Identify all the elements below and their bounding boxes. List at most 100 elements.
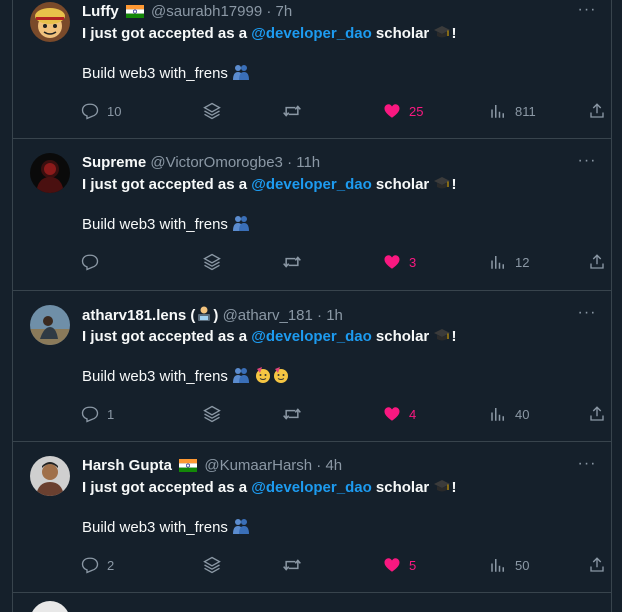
timestamp[interactable]: 7h <box>276 3 293 20</box>
display-name[interactable]: Harsh Gupta <box>82 457 172 474</box>
share-button[interactable] <box>588 404 606 426</box>
separator-dot: · <box>316 457 322 474</box>
more-icon[interactable]: ··· <box>577 456 597 478</box>
stack-button[interactable] <box>202 404 222 426</box>
views-button[interactable]: 811 <box>489 101 536 123</box>
mention-link[interactable]: @developer_dao <box>251 479 372 496</box>
people-hugging-emoji <box>232 517 250 541</box>
display-name[interactable]: Luffy <box>82 3 119 20</box>
share-button[interactable] <box>588 101 606 123</box>
display-name-end: ) <box>213 307 219 324</box>
avatar[interactable] <box>30 2 70 42</box>
tweet-text-suffix: scholar <box>375 176 430 193</box>
views-button[interactable]: 12 <box>489 252 529 274</box>
avatar[interactable] <box>30 153 70 193</box>
reply-icon <box>81 254 99 271</box>
reply-icon <box>81 406 99 423</box>
timeline-feed: Luffy @saurabh17999 · 7h ··· I just got … <box>12 0 612 612</box>
next-tweet-partial[interactable] <box>13 593 611 612</box>
like-count: 5 <box>409 558 417 573</box>
retweet-button[interactable] <box>282 101 302 123</box>
like-count: 4 <box>409 407 417 422</box>
people-hugging-emoji <box>232 63 250 87</box>
mention-link[interactable]: @developer_dao <box>251 176 372 193</box>
views-icon <box>491 105 504 118</box>
retweet-button[interactable] <box>282 252 302 274</box>
reply-button[interactable]: 1 <box>81 404 114 426</box>
tweet-header: Supreme @VictorOmorogbe3 · 11h <box>82 153 320 173</box>
tweet-text-suffix: scholar <box>375 479 430 496</box>
views-count: 50 <box>515 558 530 573</box>
display-name[interactable]: Supreme <box>82 154 146 171</box>
user-handle[interactable]: @atharv_181 <box>223 307 313 324</box>
views-icon <box>491 559 504 572</box>
share-button[interactable] <box>588 252 606 274</box>
stack-icon <box>203 102 221 120</box>
tweet-card[interactable]: Harsh Gupta @KumaarHarsh · 4h ··· I just… <box>13 442 611 593</box>
display-name[interactable]: atharv181.lens ( <box>82 307 195 324</box>
tweet-text-line-1: I just got accepted as a @developer_dao … <box>82 326 456 350</box>
reply-button[interactable]: 10 <box>81 101 121 123</box>
more-icon[interactable]: ··· <box>577 2 597 24</box>
more-icon[interactable]: ··· <box>577 153 597 175</box>
timestamp[interactable]: 1h <box>326 307 343 324</box>
like-button[interactable]: 25 <box>383 101 423 123</box>
tweet-card[interactable]: atharv181.lens () @atharv_181 · 1h ··· I… <box>13 291 611 442</box>
mention-link[interactable]: @developer_dao <box>251 328 372 345</box>
tweet-text-line2: Build web3 with_frens <box>82 216 228 233</box>
tweet-text-line-2: Build web3 with_frens <box>82 517 250 541</box>
views-button[interactable]: 40 <box>489 404 529 426</box>
heart-icon <box>384 255 400 269</box>
tweet-actions: 2 5 50 <box>81 555 604 577</box>
tweet-text-suffix: scholar <box>375 328 430 345</box>
user-handle[interactable]: @saurabh17999 <box>151 3 262 20</box>
people-hugging-emoji <box>232 366 250 390</box>
views-icon <box>491 408 504 421</box>
graduation-cap-emoji <box>433 477 451 501</box>
views-count: 12 <box>515 255 530 270</box>
tweet-card[interactable]: Supreme @VictorOmorogbe3 · 11h ··· I jus… <box>13 139 611 291</box>
tweet-card[interactable]: Luffy @saurabh17999 · 7h ··· I just got … <box>13 0 611 139</box>
tweet-header: Harsh Gupta @KumaarHarsh · 4h <box>82 456 342 476</box>
reply-button[interactable] <box>81 252 107 274</box>
share-icon <box>590 254 604 269</box>
stack-icon <box>203 405 221 423</box>
tweet-text-end: ! <box>451 328 457 345</box>
like-button[interactable]: 5 <box>383 555 416 577</box>
stack-button[interactable] <box>202 555 222 577</box>
stack-icon <box>203 556 221 574</box>
retweet-icon <box>283 105 301 117</box>
heart-icon <box>384 558 400 572</box>
separator-dot: · <box>317 307 323 324</box>
tweet-actions: 10 25 811 <box>81 101 604 123</box>
views-button[interactable]: 50 <box>489 555 529 577</box>
stack-button[interactable] <box>202 252 222 274</box>
retweet-button[interactable] <box>282 404 302 426</box>
avatar[interactable] <box>30 456 70 496</box>
tweet-text-prefix: I just got accepted as a <box>82 25 248 42</box>
retweet-icon <box>283 559 301 571</box>
avatar[interactable] <box>30 305 70 345</box>
retweet-icon <box>283 256 301 268</box>
partying-face-emoji <box>254 366 272 390</box>
timestamp[interactable]: 11h <box>296 154 320 171</box>
reply-button[interactable]: 2 <box>81 555 114 577</box>
user-handle[interactable]: @KumaarHarsh <box>204 457 312 474</box>
graduation-cap-emoji <box>433 326 451 350</box>
retweet-button[interactable] <box>282 555 302 577</box>
share-icon <box>590 557 604 572</box>
avatar[interactable] <box>30 601 70 612</box>
more-icon[interactable]: ··· <box>577 305 597 327</box>
india-flag-icon <box>125 4 144 24</box>
views-count: 811 <box>515 104 536 119</box>
tweet-text-prefix: I just got accepted as a <box>82 479 248 496</box>
share-button[interactable] <box>588 555 606 577</box>
like-button[interactable]: 4 <box>383 404 416 426</box>
like-button[interactable]: 3 <box>383 252 416 274</box>
reply-icon <box>81 103 99 120</box>
user-handle[interactable]: @VictorOmorogbe3 <box>150 154 283 171</box>
stack-button[interactable] <box>202 101 222 123</box>
tweet-text-line-2: Build web3 with_frens <box>82 63 250 87</box>
timestamp[interactable]: 4h <box>325 457 342 474</box>
mention-link[interactable]: @developer_dao <box>251 25 372 42</box>
